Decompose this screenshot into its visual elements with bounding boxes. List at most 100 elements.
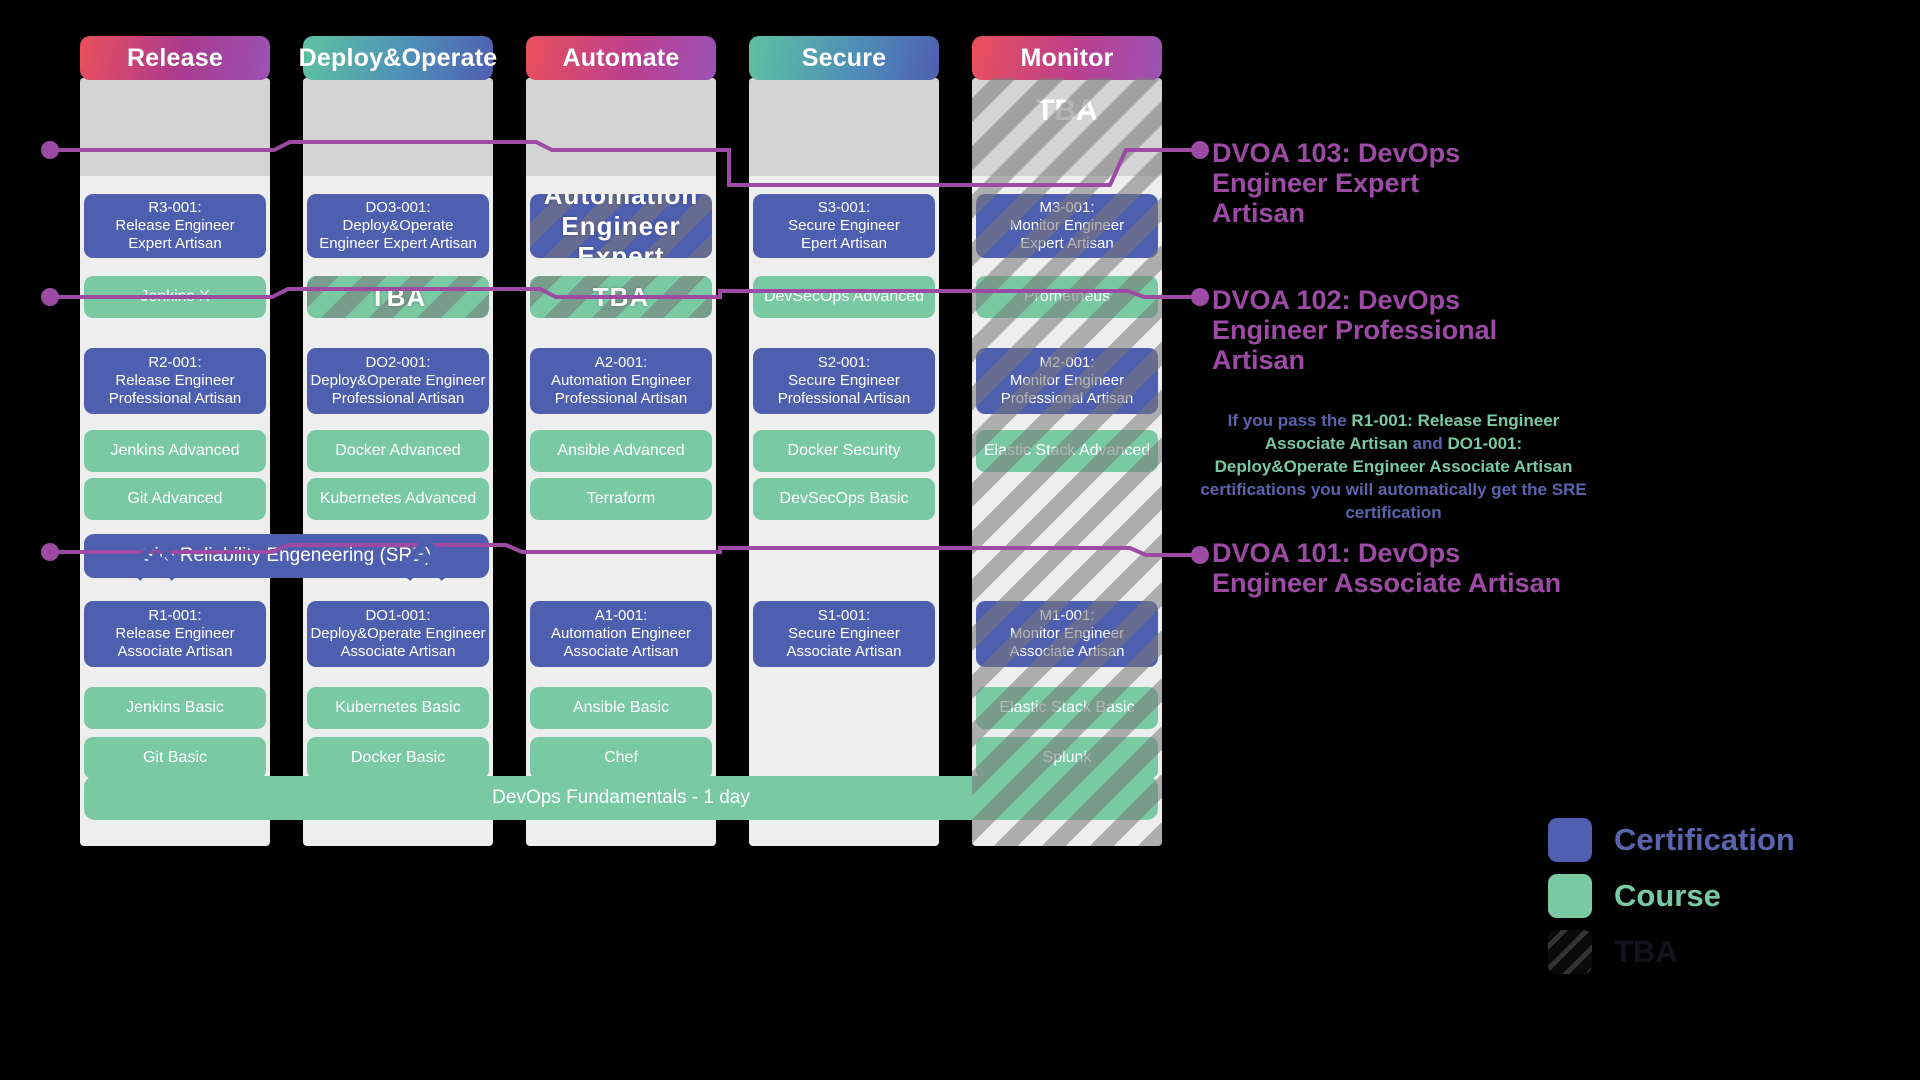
course-node-release-1[interactable]: Jenkins X	[84, 276, 266, 318]
course-node-deploy-operate-4[interactable]: Kubernetes Advanced	[307, 478, 489, 520]
track-line: DVOA 102: DevOps	[1212, 285, 1461, 315]
node-line: Professional Artisan	[777, 389, 911, 407]
certification-node-secure-2[interactable]: S2-001: Secure Engineer Professional Artis…	[753, 348, 935, 414]
course-node-automate-4[interactable]: Terraform	[530, 478, 712, 520]
node-line: Associate Artisan	[117, 642, 233, 660]
node-line: Associate Artisan	[563, 642, 679, 660]
devops-fundamentals-bar[interactable]: DevOps Fundamentals - 1 day	[84, 776, 1158, 820]
node-line: Prometheus	[1023, 287, 1111, 305]
certification-node-deploy-operate-0[interactable]: DO3-001: Deploy&Operate Engineer Expert Ar…	[307, 194, 489, 258]
column-header-deploy-operate[interactable]: Deploy&Operate	[299, 36, 497, 80]
sre-note-seg-5: certifications you will automatically ge…	[1200, 479, 1587, 522]
course-node-automate-6[interactable]: Ansible Basic	[530, 687, 712, 729]
course-node-monitor-7[interactable]: Splunk	[976, 737, 1158, 779]
wire-dot-right-102	[1191, 288, 1209, 306]
column-automate: A3-001:Automation EngineerExpert Artisan…	[526, 36, 716, 846]
column-top-shade-secure	[749, 78, 939, 176]
certification-node-secure-0[interactable]: S3-001: Secure Engineer Epert Artisan	[753, 194, 935, 258]
course-node-secure-1[interactable]: DevSecOps Advanced	[753, 276, 935, 318]
node-line: Secure Engineer	[788, 372, 900, 390]
roadmap-board: R3-001: Release Engineer Expert Artisan Jen…	[80, 36, 1190, 846]
column-top-shade-release	[80, 78, 270, 176]
certification-node-release-0[interactable]: R3-001: Release Engineer Expert Artisan	[84, 194, 266, 258]
sre-bar-label: Site Reliability Engeneering (SRE)	[141, 545, 432, 566]
node-line: Professional Artisan	[1000, 389, 1134, 407]
certification-node-release-2[interactable]: R2-001: Release Engineer Professional Arti…	[84, 348, 266, 414]
node-line: Professional Artisan	[554, 389, 688, 407]
course-node-monitor-1[interactable]: Prometheus	[976, 276, 1158, 318]
course-node-release-7[interactable]: Git Basic	[84, 737, 266, 779]
node-line: Expert Artisan	[1020, 234, 1114, 252]
node-line: Jenkins X	[140, 287, 210, 305]
sre-note: If you pass the R1-001: Release Engineer…	[1196, 410, 1591, 525]
course-node-automate-7[interactable]: Chef	[530, 737, 712, 779]
node-line: A1-001:	[594, 607, 648, 625]
course-node-deploy-operate-1[interactable]: TBA	[307, 276, 489, 318]
column-header-secure[interactable]: Secure	[749, 36, 939, 80]
certification-node-automate-2[interactable]: A2-001: Automation Engineer Professional A…	[530, 348, 712, 414]
node-line: Ansible Basic	[572, 698, 670, 716]
course-node-deploy-operate-7[interactable]: Docker Basic	[307, 737, 489, 779]
certification-node-deploy-operate-5[interactable]: DO1-001: Deploy&Operate Engineer Associate…	[307, 601, 489, 667]
legend-swatch-course	[1548, 874, 1592, 918]
certification-node-automate-0[interactable]: A3-001:Automation EngineerExpert Artisan	[530, 194, 712, 258]
course-node-release-6[interactable]: Jenkins Basic	[84, 687, 266, 729]
sre-note-seg-1: If you pass the	[1227, 411, 1352, 430]
node-line: Expert Artisan	[128, 234, 222, 252]
wire-dot-left-103	[41, 141, 59, 159]
course-node-release-4[interactable]: Git Advanced	[84, 478, 266, 520]
node-line: DO3-001:	[365, 199, 431, 217]
track-line: Engineer Professional	[1212, 315, 1498, 346]
certification-node-monitor-2[interactable]: M2-001: Monitor Engineer Professional Arti…	[976, 348, 1158, 414]
node-line: Elastic Stack Advanced	[983, 441, 1151, 459]
course-node-secure-3[interactable]: Docker Security	[753, 430, 935, 472]
certification-node-monitor-0[interactable]: M3-001: Monitor Engineer Expert Artisan	[976, 194, 1158, 258]
fundamentals-bar-label: DevOps Fundamentals - 1 day	[492, 787, 750, 808]
column-header-label: Secure	[801, 43, 887, 72]
sre-certification-bar[interactable]: Site Reliability Engeneering (SRE)	[84, 534, 489, 578]
node-line: DevSecOps Basic	[779, 489, 909, 507]
column-header-release[interactable]: Release	[80, 36, 270, 80]
roadmap-canvas: R3-001: Release Engineer Expert Artisan Jen…	[0, 0, 1920, 1080]
node-line: Professional Artisan	[108, 389, 242, 407]
legend-item-tba: TBA	[1548, 924, 1795, 980]
node-line: TBA	[369, 281, 427, 312]
node-line: Associate Artisan	[1009, 642, 1125, 660]
certification-node-automate-5[interactable]: A1-001: Automation Engineer Associate Arti…	[530, 601, 712, 667]
node-line: S1-001:	[817, 607, 871, 625]
course-node-monitor-6[interactable]: Elastic Stack Basic	[976, 687, 1158, 729]
course-node-secure-4[interactable]: DevSecOps Basic	[753, 478, 935, 520]
legend-item-certification: Certification	[1548, 812, 1795, 868]
node-line: Docker Advanced	[335, 441, 461, 459]
certification-node-deploy-operate-2[interactable]: DO2-001: Deploy&Operate Engineer Professio…	[307, 348, 489, 414]
node-line: S3-001:	[817, 199, 871, 217]
course-node-release-3[interactable]: Jenkins Advanced	[84, 430, 266, 472]
node-line: Monitor Engineer	[1009, 217, 1125, 235]
legend-swatch-tba	[1548, 930, 1592, 974]
node-line: Monitor Engineer	[1009, 625, 1125, 643]
node-line: Deploy&Operate Engineer	[310, 625, 486, 643]
node-line: R2-001:	[148, 354, 202, 372]
node-line: Engineer Expert Artisan	[319, 234, 477, 252]
column-header-monitor[interactable]: Monitor	[972, 36, 1162, 80]
course-node-deploy-operate-3[interactable]: Docker Advanced	[307, 430, 489, 472]
course-node-automate-3[interactable]: Ansible Advanced	[530, 430, 712, 472]
column-body-monitor: TBA M3-001: Monitor Engineer Expert Artisan…	[972, 78, 1162, 846]
node-line: DevSecOps Advanced	[763, 287, 925, 305]
course-node-automate-1[interactable]: TBA	[530, 276, 712, 318]
node-line: Kubernetes Advanced	[319, 489, 477, 507]
column-secure: S3-001: Secure Engineer Epert Artisan DevSe…	[749, 36, 939, 846]
node-line: Docker Security	[787, 441, 901, 459]
column-header-automate[interactable]: Automate	[526, 36, 716, 80]
certification-node-monitor-5[interactable]: M1-001: Monitor Engineer Associate Artisan	[976, 601, 1158, 667]
track-line: DVOA 101: DevOps	[1212, 538, 1461, 568]
course-node-deploy-operate-6[interactable]: Kubernetes Basic	[307, 687, 489, 729]
course-node-monitor-3[interactable]: Elastic Stack Advanced	[976, 430, 1158, 472]
column-header-label: Monitor	[1020, 43, 1114, 72]
node-line: Release Engineer	[115, 625, 235, 643]
column-top-shade-deploy-operate	[303, 78, 493, 176]
node-line: Jenkins Basic	[126, 698, 224, 716]
node-line: Jenkins Advanced	[110, 441, 240, 459]
certification-node-secure-5[interactable]: S1-001: Secure Engineer Associate Artisan	[753, 601, 935, 667]
certification-node-release-5[interactable]: R1-001: Release Engineer Associate Artisan	[84, 601, 266, 667]
